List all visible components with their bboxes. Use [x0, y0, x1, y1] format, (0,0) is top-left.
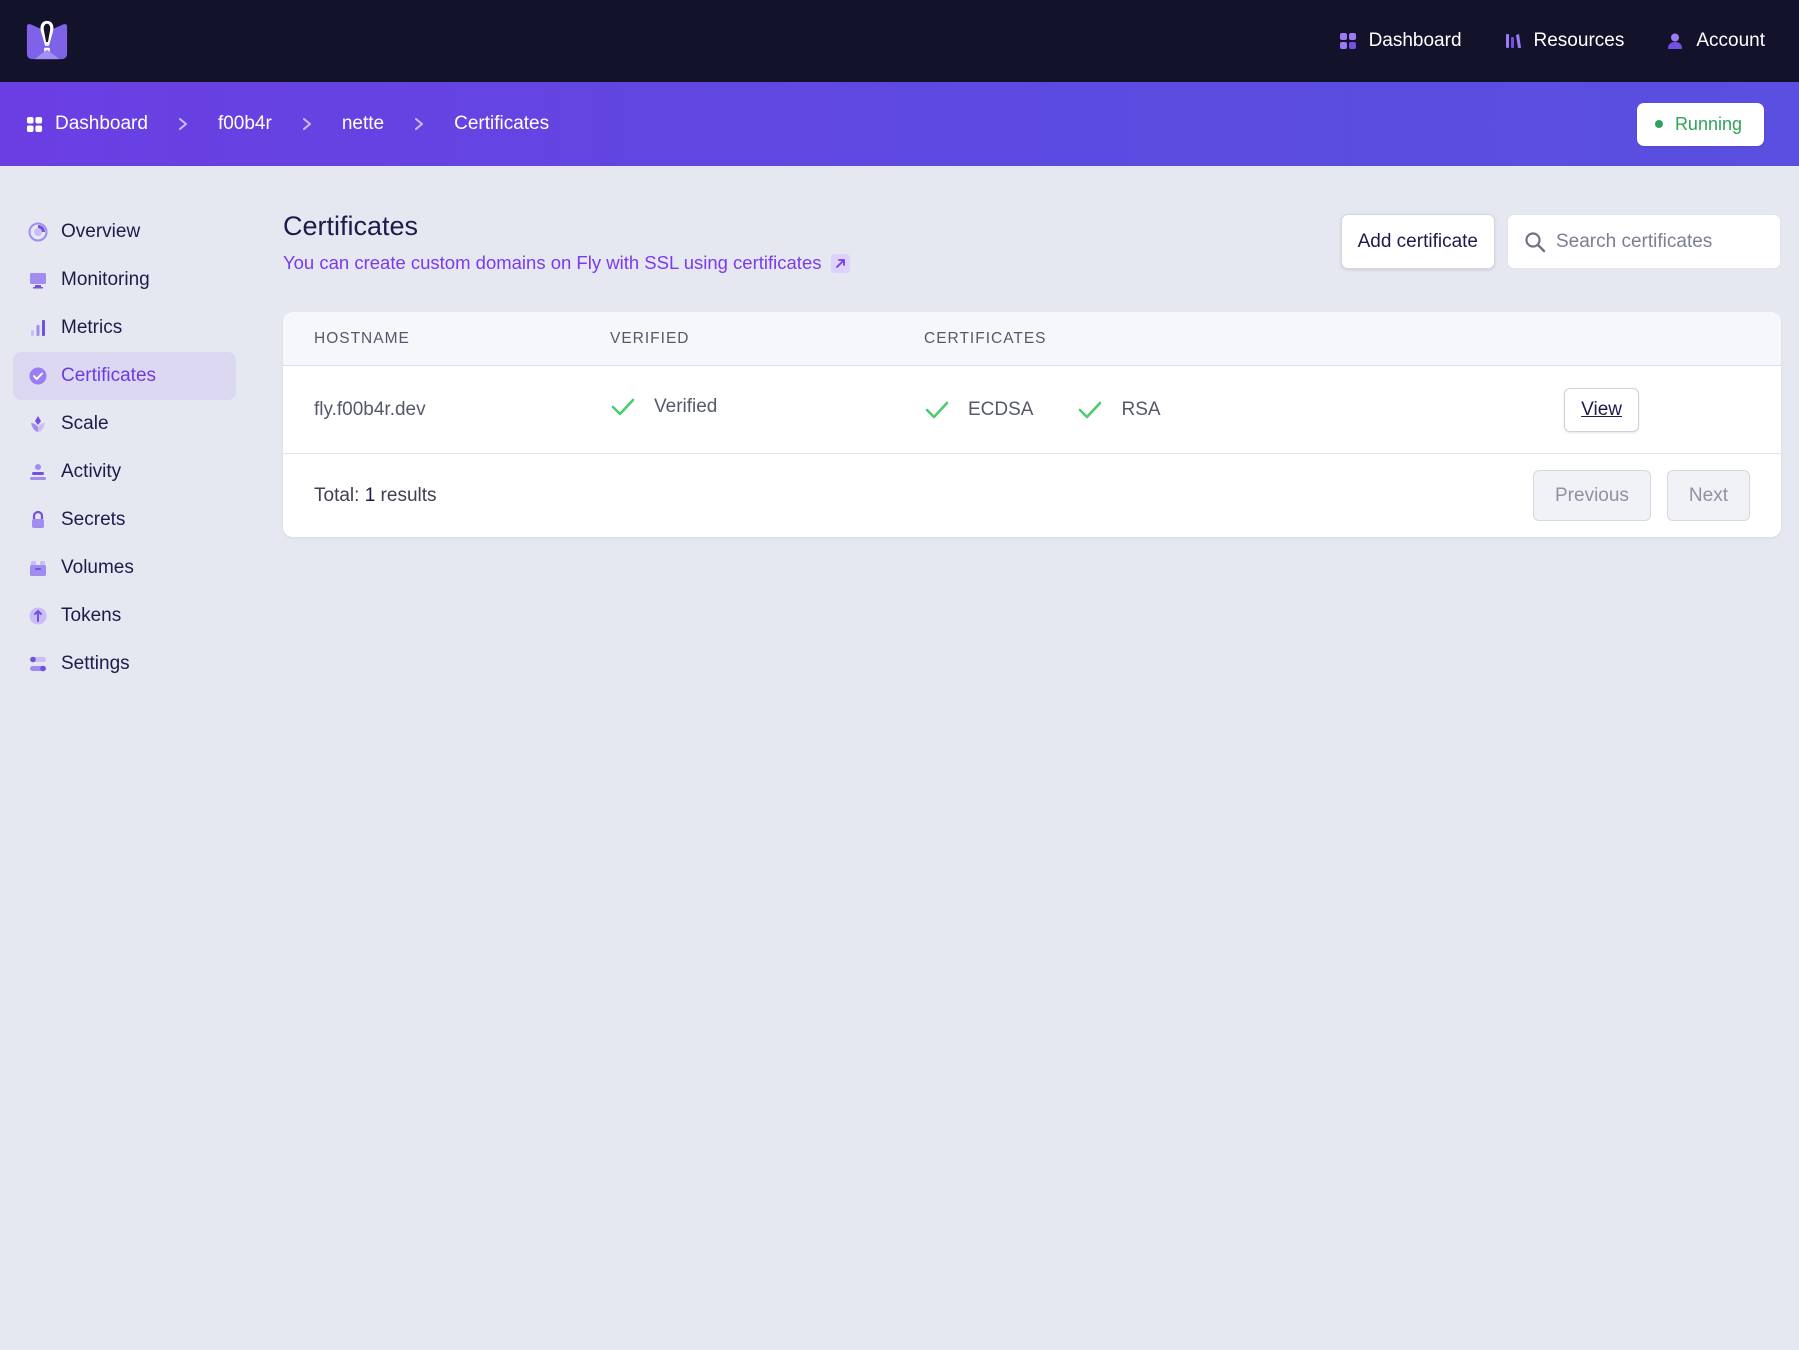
sidebar-item-scale[interactable]: Scale	[13, 400, 236, 448]
search-icon	[1525, 231, 1546, 252]
status-dot-icon	[1654, 120, 1663, 128]
verified-status: Verified	[610, 396, 717, 418]
topnav-resources[interactable]: Resources	[1504, 30, 1625, 52]
sidebar-item-label: Activity	[61, 461, 122, 482]
sidebar-item-certificates[interactable]: Certificates	[13, 352, 236, 400]
breadcrumb-dashboard-label: Dashboard	[55, 113, 148, 134]
lock-icon	[28, 510, 48, 530]
breadcrumb-bar: Dashboard f00b4r nette Certificates Runn…	[0, 82, 1799, 166]
breadcrumb-current-label: Certificates	[454, 113, 550, 134]
column-header-verified: VERIFIED	[610, 329, 690, 347]
monitor-icon	[28, 270, 48, 290]
topnav-dashboard[interactable]: Dashboard	[1339, 30, 1462, 52]
breadcrumb-dashboard[interactable]: Dashboard	[26, 113, 148, 135]
view-button[interactable]: View	[1564, 387, 1639, 432]
sidebar-item-activity[interactable]: Activity	[13, 448, 236, 496]
page-header: Certificates You can create custom domai…	[283, 208, 1781, 304]
bars-icon	[1505, 34, 1521, 48]
breadcrumb: Dashboard f00b4r nette Certificates	[26, 113, 549, 135]
top-navbar: Dashboard Resources Account	[0, 0, 1799, 82]
grid-icon	[1339, 33, 1356, 49]
breadcrumb-current[interactable]: Certificates	[454, 113, 549, 135]
total-results: Total: 1 results	[314, 485, 437, 507]
table-header: HOSTNAME VERIFIED CERTIFICATES	[283, 312, 1781, 366]
cert-type-label: RSA	[1121, 398, 1161, 420]
sidebar-item-label: Certificates	[61, 365, 157, 386]
topnav-resources-label: Resources	[1533, 30, 1625, 51]
topnav-account[interactable]: Account	[1666, 30, 1765, 52]
bar-chart-icon	[28, 318, 48, 338]
fly-logo-icon[interactable]	[22, 18, 72, 64]
sidebar: Overview Monitoring Metrics Certificates…	[13, 208, 236, 688]
status-badge: Running	[1636, 102, 1764, 146]
certificates-table: HOSTNAME VERIFIED CERTIFICATES fly.f00b4…	[283, 312, 1781, 537]
sidebar-item-label: Secrets	[61, 509, 126, 530]
hostname-cell: fly.f00b4r.dev	[314, 398, 426, 420]
user-icon	[1668, 33, 1683, 49]
docs-link[interactable]: You can create custom domains on Fly wit…	[283, 252, 851, 274]
grid-icon	[26, 116, 43, 132]
breadcrumb-org-label: f00b4r	[217, 113, 272, 134]
sidebar-item-volumes[interactable]: Volumes	[13, 544, 236, 592]
table-footer: Total: 1 results Previous Next	[283, 454, 1781, 537]
check-icon	[611, 398, 635, 415]
sidebar-item-monitoring[interactable]: Monitoring	[13, 256, 236, 304]
sidebar-item-label: Volumes	[61, 557, 134, 578]
sidebar-item-overview[interactable]: Overview	[13, 208, 236, 256]
badge-check-icon	[28, 366, 48, 386]
activity-stack-icon	[28, 462, 48, 482]
main-content: Certificates You can create custom domai…	[283, 208, 1781, 537]
chevron-right-icon	[292, 117, 322, 131]
topnav-dashboard-label: Dashboard	[1368, 30, 1462, 51]
cert-ecdsa: ECDSA	[924, 399, 1033, 421]
cert-rsa: RSA	[1077, 398, 1161, 421]
add-certificate-button[interactable]: Add certificate	[1340, 214, 1495, 269]
page-title: Certificates	[283, 211, 419, 241]
external-link-icon	[831, 253, 851, 273]
column-header-certificates: CERTIFICATES	[924, 329, 1047, 347]
sidebar-item-secrets[interactable]: Secrets	[13, 496, 236, 544]
sidebar-item-label: Monitoring	[61, 269, 150, 290]
chevron-right-icon	[404, 117, 434, 131]
search-input[interactable]	[1556, 230, 1766, 253]
pie-chart-icon	[28, 222, 48, 242]
pagination: Previous Next	[1533, 470, 1750, 521]
sidebar-item-label: Metrics	[61, 317, 123, 338]
topnav-account-label: Account	[1696, 30, 1765, 51]
sidebar-item-tokens[interactable]: Tokens	[13, 592, 236, 640]
table-row: fly.f00b4r.dev Verified ECDSA RSA View	[283, 366, 1781, 454]
total-count: 1	[364, 484, 376, 506]
search-box	[1507, 214, 1781, 269]
total-suffix: results	[375, 484, 437, 506]
docs-link-label: You can create custom domains on Fly wit…	[283, 252, 822, 273]
toggles-icon	[28, 654, 48, 674]
token-icon	[28, 606, 48, 626]
check-icon	[1079, 401, 1102, 418]
breadcrumb-org[interactable]: f00b4r	[218, 113, 272, 135]
status-label: Running	[1674, 113, 1742, 134]
check-icon	[925, 401, 949, 418]
sidebar-item-settings[interactable]: Settings	[13, 640, 236, 688]
total-prefix: Total:	[314, 484, 365, 506]
breadcrumb-app-label: nette	[341, 113, 385, 134]
scale-icon	[28, 414, 48, 434]
sidebar-item-label: Settings	[61, 653, 130, 674]
column-header-hostname: HOSTNAME	[314, 329, 410, 347]
archive-icon	[28, 558, 48, 578]
sidebar-item-label: Scale	[61, 413, 109, 434]
verified-label: Verified	[654, 395, 718, 417]
sidebar-item-label: Overview	[61, 221, 141, 242]
sidebar-item-metrics[interactable]: Metrics	[13, 304, 236, 352]
cert-type-label: ECDSA	[968, 398, 1034, 420]
previous-button[interactable]: Previous	[1533, 470, 1651, 521]
breadcrumb-app[interactable]: nette	[342, 113, 384, 135]
next-button[interactable]: Next	[1666, 470, 1750, 521]
sidebar-item-label: Tokens	[61, 605, 122, 626]
chevron-right-icon	[168, 117, 198, 131]
